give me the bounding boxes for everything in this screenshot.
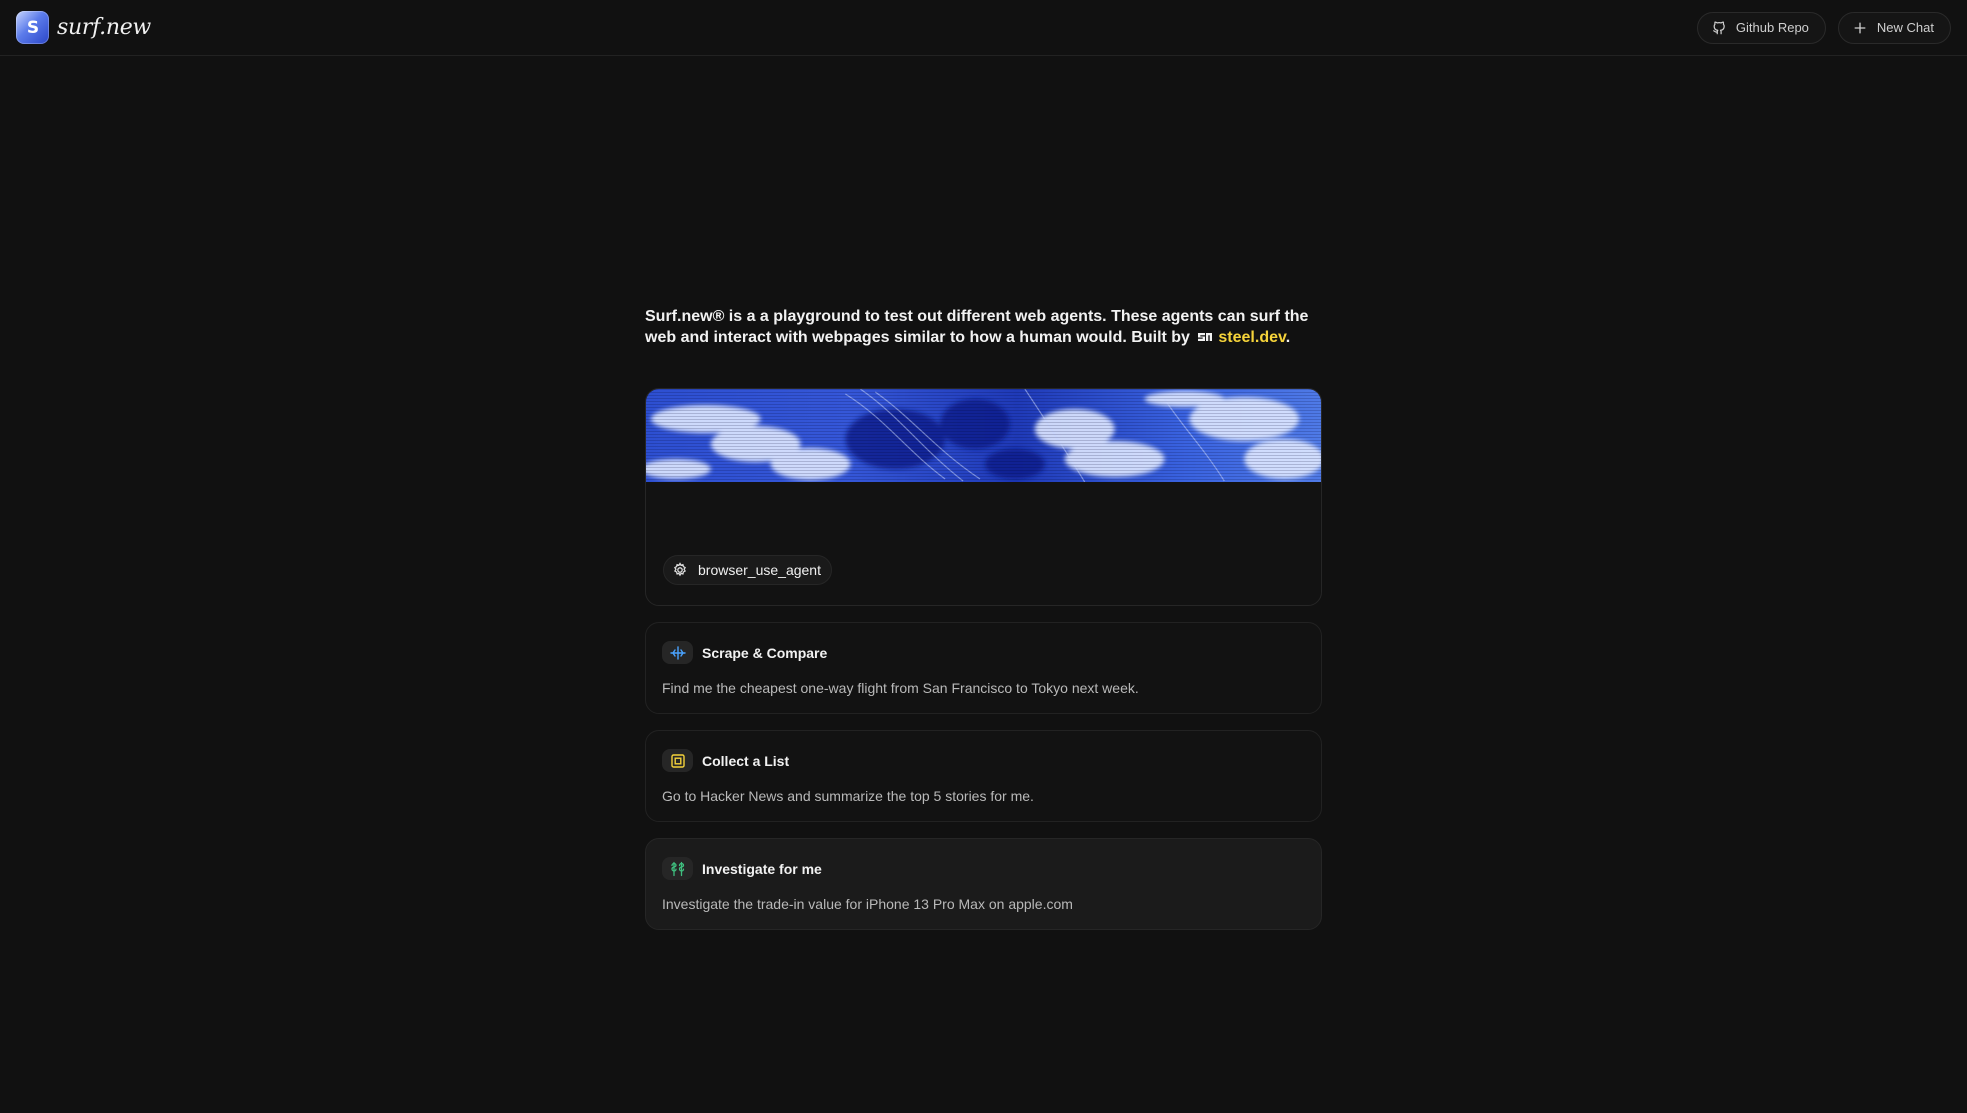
plus-icon <box>1854 22 1866 33</box>
main-content: Surf.new® is a a playground to test out … <box>645 306 1322 930</box>
brand-logo-text: S <box>26 17 39 38</box>
new-chat-label: New Chat <box>1876 20 1934 35</box>
steel-dev-link[interactable]: steel.dev <box>1218 329 1285 346</box>
dollar-icon <box>662 857 693 880</box>
chat-input-card[interactable]: browser_use_agent <box>645 388 1322 606</box>
suggestion-description: Investigate the trade-in value for iPhon… <box>662 896 1073 912</box>
agent-selector-label: browser_use_agent <box>698 562 821 578</box>
github-repo-button[interactable]: Github Repo <box>1696 11 1826 44</box>
suggestion-title: Collect a List <box>702 752 790 769</box>
suggestion-description: Find me the cheapest one-way flight from… <box>662 680 1139 696</box>
new-chat-button[interactable]: New Chat <box>1837 11 1951 44</box>
github-repo-label: Github Repo <box>1735 20 1809 35</box>
suggestion-card-collect-list[interactable]: Collect a List Go to Hacker News and sum… <box>645 730 1322 822</box>
suggestion-title: Investigate for me <box>702 860 822 877</box>
suggestion-header: Investigate for me <box>662 857 1305 880</box>
suggestion-card-scrape-compare[interactable]: Scrape & Compare Find me the cheapest on… <box>645 622 1322 714</box>
brand-logo-icon: S <box>16 11 49 44</box>
suggestion-description: Go to Hacker News and summarize the top … <box>662 788 1034 804</box>
crosshair-icon <box>662 641 693 664</box>
agent-selector-chip[interactable]: browser_use_agent <box>663 555 832 585</box>
brand-name: surf.new <box>57 15 151 40</box>
cloud-banner-image <box>646 389 1321 482</box>
top-actions: Github Repo New Chat <box>1696 11 1951 44</box>
square-stack-icon <box>662 749 693 772</box>
brand[interactable]: S surf.new <box>16 11 151 44</box>
suggestion-header: Scrape & Compare <box>662 641 1305 664</box>
steel-logo-icon <box>1198 333 1213 341</box>
suggestion-header: Collect a List <box>662 749 1305 772</box>
gear-icon <box>674 562 686 577</box>
suggestion-title: Scrape & Compare <box>702 644 828 661</box>
top-bar: S surf.new Github Repo New Chat <box>0 0 1967 56</box>
intro-end: . <box>1285 329 1291 346</box>
intro-text: Surf.new® is a a playground to test out … <box>645 306 1322 348</box>
suggestion-card-investigate[interactable]: Investigate for me Investigate the trade… <box>645 838 1322 930</box>
github-icon <box>1713 21 1725 34</box>
